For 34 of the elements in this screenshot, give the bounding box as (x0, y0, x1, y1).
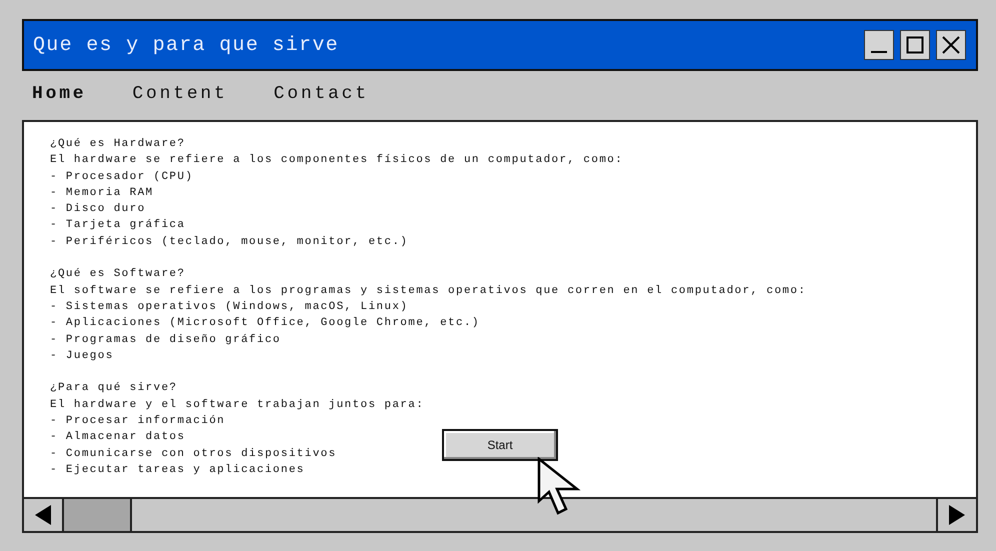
list-item: - Comunicarse con otros dispositivos (50, 446, 337, 462)
list-item: - Procesador (CPU) (50, 170, 194, 185)
list-item: - Procesar información (50, 414, 226, 430)
maximize-icon (906, 36, 924, 54)
minimize-icon (871, 51, 887, 53)
left-triangle-icon (34, 504, 52, 526)
paragraph: El hardware se refiere a los componentes físicos de un computador, como: (50, 153, 624, 168)
section-heading: ¿Qué es Software? (50, 267, 186, 282)
start-button[interactable]: Start (442, 429, 558, 461)
nav-link[interactable]: Content (132, 84, 228, 104)
list-item: - Aplicaciones (Microsoft Office, Google Chrome, etc.) (50, 316, 480, 332)
section-heading: ¿Para qué sirve? (50, 381, 178, 396)
close-button[interactable] (936, 30, 966, 60)
minimize-button[interactable] (864, 30, 894, 60)
right-triangle-icon (948, 504, 966, 526)
list-item: - Tarjeta gráfica (50, 218, 186, 234)
list-item: - Sistemas operativos (Windows, macOS, Linux) (50, 300, 408, 315)
paragraph: El software se refiere a los programas y sistemas operativos que corren en el computador, como: (50, 284, 806, 299)
paragraph: El hardware y el software trabajan juntos para: (50, 398, 424, 413)
window-title: Que es y para que sirve (33, 34, 340, 56)
close-icon (942, 36, 960, 54)
nav-link[interactable]: Home (32, 84, 86, 104)
section-heading: ¿Qué es Hardware? (50, 137, 186, 152)
list-item: - Almacenar datos (50, 430, 186, 446)
list-item: - Ejecutar tareas y aplicaciones (50, 462, 305, 478)
scroll-bar[interactable] (22, 497, 978, 533)
list-item: - Programas de diseño gráfico (50, 332, 281, 348)
list-item: - Juegos (50, 348, 114, 364)
nav-link[interactable]: Contact (274, 84, 369, 104)
list-item: - Disco duro (50, 202, 146, 218)
scroll-thumb[interactable] (64, 499, 132, 531)
list-item: - Memoria RAM (50, 186, 154, 201)
maximize-button[interactable] (900, 30, 930, 60)
list-item: - Periféricos (teclado, mouse, monitor, etc.) (50, 234, 408, 250)
